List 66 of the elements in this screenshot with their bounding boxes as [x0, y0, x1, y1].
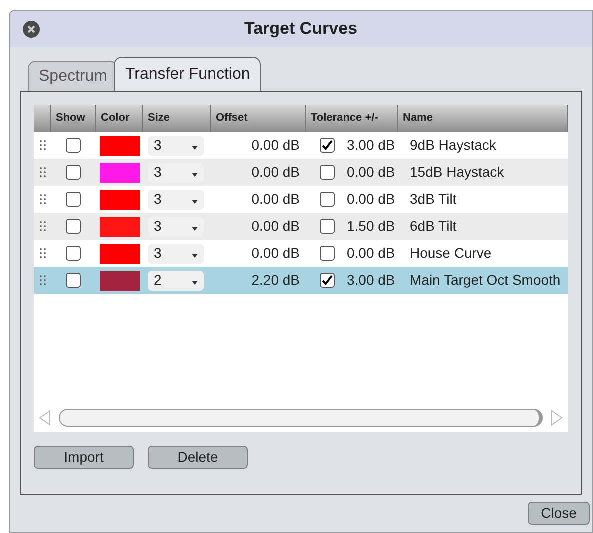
caret-icon: [192, 281, 198, 285]
table-cell-text: 0.00 dB: [347, 244, 396, 263]
table-cell-text: Main Target Oct Smooth: [409, 271, 562, 290]
table-cell-text: 0.00 dB: [250, 244, 301, 263]
checkbox[interactable]: [320, 246, 335, 261]
drag-handle-icon[interactable]: [40, 140, 46, 151]
window-title: Target Curves: [244, 18, 358, 40]
size-dropdown[interactable]: 3: [148, 190, 204, 210]
size-dropdown[interactable]: 3: [148, 162, 204, 182]
table-cell-text: 6dB Tilt: [409, 217, 458, 236]
table-cell-text: 0.00 dB: [347, 190, 396, 209]
table-cell-text: 2.20 dB: [250, 271, 301, 290]
action-button[interactable]: Import: [34, 446, 134, 469]
table-cell-text: 0.00 dB: [250, 190, 301, 209]
caret-icon: [192, 227, 198, 231]
caret-icon: [192, 254, 198, 258]
table-cell-text: 9dB Haystack: [409, 136, 498, 155]
drag-handle-icon[interactable]: [40, 275, 46, 286]
table-cell-text: 3dB Tilt: [409, 190, 458, 209]
color-swatch[interactable]: [100, 190, 140, 210]
size-dropdown[interactable]: 3: [148, 216, 204, 236]
size-dropdown[interactable]: 3: [148, 136, 204, 156]
drag-handle-icon[interactable]: [40, 248, 46, 259]
tab[interactable]: Transfer Function: [114, 57, 262, 91]
table-cell-text: 0.00 dB: [250, 217, 301, 236]
action-button[interactable]: Delete: [148, 446, 248, 469]
checkbox[interactable]: [320, 273, 335, 288]
close-icon[interactable]: [23, 21, 40, 38]
close-button[interactable]: Close: [528, 502, 590, 525]
color-swatch[interactable]: [100, 136, 140, 156]
drag-handle-icon[interactable]: [40, 194, 46, 205]
checkmark-icon: [322, 140, 333, 151]
table-row[interactable]: 3 0.00 dB 1.50 dB 6dB Tilt: [34, 213, 568, 240]
horizontal-scrollbar[interactable]: [59, 409, 543, 427]
checkbox[interactable]: [320, 138, 335, 153]
table-cell-text: 3.00 dB: [347, 271, 396, 290]
checkbox[interactable]: [66, 192, 81, 207]
checkbox[interactable]: [66, 246, 81, 261]
drag-handle-icon[interactable]: [40, 167, 46, 178]
table-cell-text: 0.00 dB: [250, 136, 301, 155]
table-cell-text: 3.00 dB: [347, 136, 396, 155]
checkbox[interactable]: [66, 273, 81, 288]
checkbox[interactable]: [66, 138, 81, 153]
table-cell-text: 0.00 dB: [347, 163, 396, 182]
checkbox[interactable]: [320, 165, 335, 180]
table-cell-text: 0.00 dB: [250, 163, 301, 182]
checkbox[interactable]: [320, 192, 335, 207]
checkbox[interactable]: [66, 165, 81, 180]
color-swatch[interactable]: [100, 270, 140, 290]
checkbox[interactable]: [320, 219, 335, 234]
table-cell-text: 1.50 dB: [347, 217, 396, 236]
table-row[interactable]: 3 0.00 dB 0.00 dB 15dB Haystack: [34, 159, 568, 186]
table-cell-text: 15dB Haystack: [409, 163, 506, 182]
caret-icon: [192, 173, 198, 177]
size-dropdown[interactable]: 2: [148, 270, 204, 290]
drag-handle-icon[interactable]: [40, 221, 46, 232]
color-swatch[interactable]: [100, 162, 140, 182]
table-cell-text: House Curve: [409, 244, 493, 263]
color-swatch[interactable]: [100, 244, 140, 264]
color-swatch[interactable]: [100, 216, 140, 236]
size-dropdown[interactable]: 3: [148, 244, 204, 264]
checkbox[interactable]: [66, 219, 81, 234]
table-row[interactable]: 2 2.20 dB 3.00 dB Main Target Oct Smooth: [34, 267, 568, 294]
checkmark-icon: [322, 275, 333, 286]
caret-icon: [192, 146, 198, 150]
caret-icon: [192, 200, 198, 204]
